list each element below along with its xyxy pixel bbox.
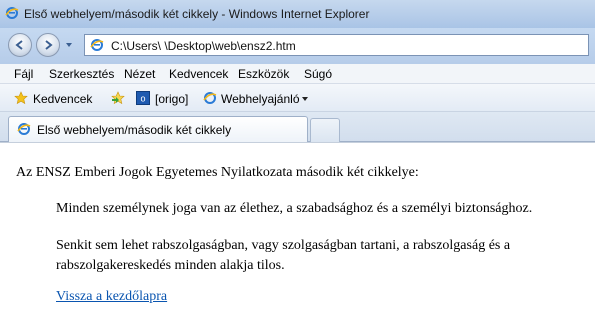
address-input[interactable]: C:\Users\ \Desktop\web\ensz2.htm [111, 39, 296, 53]
back-to-home-link[interactable]: Vissza a kezdőlapra [56, 289, 167, 305]
back-button[interactable] [8, 33, 32, 57]
menu-tools[interactable]: Eszközök [238, 67, 289, 81]
menu-file[interactable]: Fájl [14, 67, 33, 81]
forward-button[interactable] [36, 33, 60, 57]
new-tab-button[interactable] [310, 118, 340, 142]
page-icon [90, 39, 104, 51]
arrow-right-icon [45, 40, 53, 50]
menu-help[interactable]: Súgó [304, 67, 332, 81]
suggested-sites-button[interactable]: Webhelyajánló [221, 92, 300, 106]
window-title: Első webhelyem/második két cikkely - Win… [24, 7, 370, 21]
chevron-down-icon[interactable] [300, 94, 310, 104]
ie-suggested-sites-icon [203, 92, 217, 104]
favorites-button[interactable]: Kedvencek [33, 92, 92, 106]
favorites-bar: Kedvencek o [origo] Webhelyajánló [0, 84, 595, 112]
ie-logo-icon [5, 7, 19, 19]
menu-bar: Fájl Szerkesztés Nézet Kedvencek Eszközö… [0, 64, 595, 84]
menu-edit[interactable]: Szerkesztés [49, 67, 114, 81]
tab-title: Első webhelyem/második két cikkely [37, 123, 232, 137]
origo-link[interactable]: [origo] [155, 92, 188, 106]
origo-icon: o [136, 91, 150, 105]
intro-text: Az ENSZ Emberi Jogok Egyetemes Nyilatkoz… [16, 165, 419, 180]
menu-favorites[interactable]: Kedvencek [169, 67, 228, 81]
arrow-left-icon [15, 40, 23, 50]
ie-page-icon [17, 123, 31, 135]
add-to-favorites-icon[interactable] [111, 91, 125, 105]
article-paragraph-1: Minden személynek joga van az élethez, a… [56, 201, 533, 216]
article-paragraph-2: Senkit sem lehet rabszolgaságban, vagy s… [56, 238, 511, 273]
menu-view[interactable]: Nézet [124, 67, 155, 81]
address-bar[interactable]: C:\Users\ \Desktop\web\ensz2.htm [84, 34, 589, 56]
history-dropdown-icon[interactable] [64, 40, 74, 50]
star-icon [14, 91, 28, 105]
tab-current[interactable]: Első webhelyem/második két cikkely [8, 116, 308, 142]
svg-text:o: o [140, 94, 145, 104]
window-titlebar: Első webhelyem/második két cikkely - Win… [0, 0, 595, 28]
